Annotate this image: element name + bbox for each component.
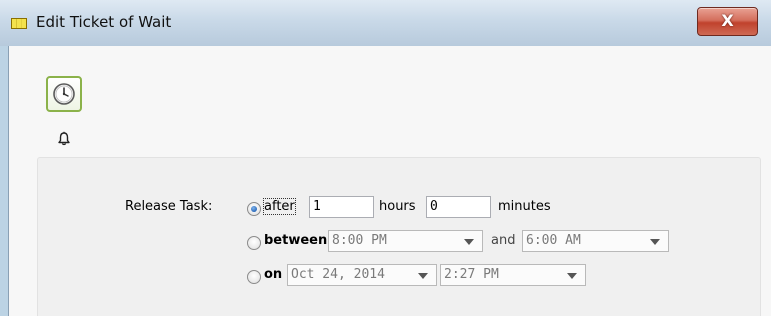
between-end-value: 6:00 AM [526, 233, 581, 248]
date-value: Oct 24, 2014 [291, 267, 385, 282]
clock-toggle-button[interactable] [46, 76, 82, 112]
time-select[interactable]: 2:27 PM [440, 264, 586, 286]
dialog-content: Release Task: after 1 hours 0 minutes be… [8, 46, 771, 316]
radio-on[interactable] [247, 270, 261, 284]
between-start-select[interactable]: 8:00 PM [328, 230, 483, 252]
title-bar[interactable]: Edit Ticket of Wait X [0, 0, 771, 46]
chevron-down-icon [418, 273, 428, 279]
window-title: Edit Ticket of Wait [36, 13, 172, 31]
time-value: 2:27 PM [444, 267, 499, 282]
clock-icon [53, 83, 75, 105]
and-label: and [491, 233, 516, 248]
bell-icon[interactable] [57, 131, 71, 147]
radio-between[interactable] [247, 236, 261, 250]
radio-on-label[interactable]: on [264, 267, 282, 282]
between-start-value: 8:00 PM [332, 233, 387, 248]
hours-input[interactable]: 1 [309, 196, 374, 218]
minutes-label: minutes [498, 199, 551, 214]
radio-after[interactable] [247, 202, 261, 216]
close-icon: X [721, 11, 734, 30]
close-button[interactable]: X [697, 7, 758, 36]
chevron-down-icon [567, 273, 577, 279]
radio-between-label[interactable]: between [264, 233, 327, 248]
radio-after-label[interactable]: after [263, 198, 296, 215]
date-select[interactable]: Oct 24, 2014 [287, 264, 437, 286]
between-end-select[interactable]: 6:00 AM [522, 230, 669, 252]
dialog-window: Edit Ticket of Wait X Release Task: afte… [0, 0, 771, 316]
chevron-down-icon [464, 239, 474, 245]
release-task-panel: Release Task: after 1 hours 0 minutes be… [37, 157, 761, 316]
hours-label: hours [379, 199, 416, 214]
chevron-down-icon [650, 239, 660, 245]
minutes-input[interactable]: 0 [426, 196, 491, 218]
release-task-label: Release Task: [125, 199, 213, 214]
app-icon [11, 18, 27, 29]
